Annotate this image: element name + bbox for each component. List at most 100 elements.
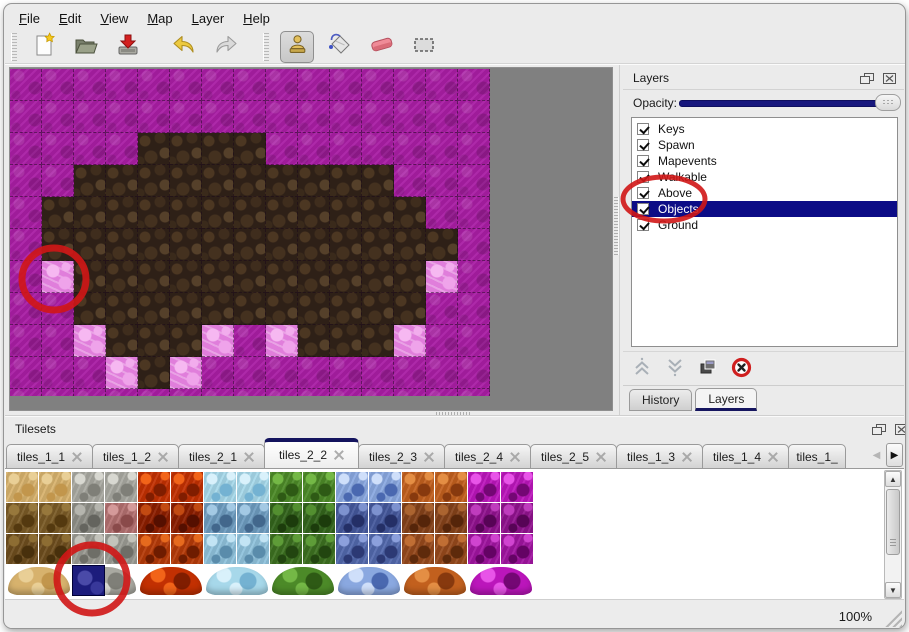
map-tile-magenta-ground[interactable] bbox=[298, 101, 330, 133]
map-tile-magenta-ground[interactable] bbox=[106, 133, 138, 165]
map-tile-dark-dirt[interactable] bbox=[266, 165, 298, 197]
map-tile-magenta-ground[interactable] bbox=[266, 101, 298, 133]
tab-close-icon[interactable] bbox=[334, 450, 344, 460]
map-tile-magenta-ground[interactable] bbox=[170, 389, 202, 396]
map-tile-dark-dirt[interactable] bbox=[170, 133, 202, 165]
tileset-tab-tiles_1_2[interactable]: tiles_1_2 bbox=[92, 444, 179, 469]
tileset-tile-pebble2[interactable] bbox=[435, 503, 468, 534]
map-tile-dark-dirt[interactable] bbox=[394, 261, 426, 293]
map-tile-dark-dirt[interactable] bbox=[138, 357, 170, 389]
map-tile-magenta-ground[interactable] bbox=[234, 101, 266, 133]
tileset-tile-bark[interactable] bbox=[39, 503, 72, 534]
layer-row-ground[interactable]: Ground bbox=[632, 217, 897, 233]
tileset-tile-rock[interactable] bbox=[105, 472, 138, 503]
map-tile-dark-dirt[interactable] bbox=[362, 325, 394, 357]
map-tile-dark-dirt[interactable] bbox=[170, 197, 202, 229]
float-panel-icon[interactable] bbox=[871, 423, 886, 436]
map-tile-pink-highlight[interactable] bbox=[266, 325, 298, 357]
map-tile-magenta-ground[interactable] bbox=[426, 165, 458, 197]
map-tile-dark-dirt[interactable] bbox=[298, 197, 330, 229]
tab-scroll-left-button[interactable]: ◀ bbox=[868, 443, 885, 467]
tileset-tile-rock[interactable] bbox=[72, 472, 105, 503]
map-tile-magenta-ground[interactable] bbox=[10, 133, 42, 165]
tileset-tile-rock2[interactable] bbox=[72, 503, 105, 534]
map-tile-pink-highlight[interactable] bbox=[42, 261, 74, 293]
map-tile-magenta-ground[interactable] bbox=[74, 389, 106, 396]
tileset-tile-pebble[interactable] bbox=[435, 472, 468, 503]
map-tile-dark-dirt[interactable] bbox=[298, 293, 330, 325]
map-tile-magenta-ground[interactable] bbox=[298, 389, 330, 396]
map-tile-magenta-ground[interactable] bbox=[330, 133, 362, 165]
tileset-mound-lava[interactable] bbox=[140, 567, 202, 595]
tab-close-icon[interactable] bbox=[158, 452, 168, 462]
tileset-tile-ice2[interactable] bbox=[204, 503, 237, 534]
tileset-tile-web2[interactable] bbox=[468, 503, 501, 534]
map-tile-magenta-ground[interactable] bbox=[330, 357, 362, 389]
map-tile-magenta-ground[interactable] bbox=[394, 133, 426, 165]
tileset-tile-vine[interactable] bbox=[270, 472, 303, 503]
float-panel-icon[interactable] bbox=[859, 72, 874, 85]
tileset-tile-crystal3[interactable] bbox=[336, 534, 369, 565]
map-tile-dark-dirt[interactable] bbox=[106, 165, 138, 197]
map-tile-dark-dirt[interactable] bbox=[170, 293, 202, 325]
tileset-tile-pebble3[interactable] bbox=[402, 534, 435, 565]
map-tile-dark-dirt[interactable] bbox=[202, 165, 234, 197]
tab-close-icon[interactable] bbox=[72, 452, 82, 462]
map-tile-dark-dirt[interactable] bbox=[298, 165, 330, 197]
toolbar-grip[interactable] bbox=[11, 33, 17, 61]
map-tile-dark-dirt[interactable] bbox=[138, 261, 170, 293]
map-tile-dark-dirt[interactable] bbox=[394, 293, 426, 325]
tab-scroll-right-button[interactable]: ▶ bbox=[886, 443, 903, 467]
panel-tab-layers[interactable]: Layers bbox=[695, 388, 757, 411]
map-tile-magenta-ground[interactable] bbox=[458, 69, 490, 101]
map-tile-dark-dirt[interactable] bbox=[234, 165, 266, 197]
tileset-tile-crystal[interactable] bbox=[336, 472, 369, 503]
tileset-tile-ice[interactable] bbox=[237, 472, 270, 503]
tileset-tab-tiles_2_4[interactable]: tiles_2_4 bbox=[444, 444, 531, 469]
map-tile-magenta-ground[interactable] bbox=[106, 69, 138, 101]
layer-visibility-checkbox[interactable] bbox=[637, 155, 649, 167]
tileset-tab-tiles_2_2[interactable]: tiles_2_2 bbox=[264, 438, 359, 469]
tab-close-icon[interactable] bbox=[768, 452, 778, 462]
map-tile-magenta-ground[interactable] bbox=[394, 101, 426, 133]
tab-close-icon[interactable] bbox=[244, 452, 254, 462]
map-tile-dark-dirt[interactable] bbox=[138, 293, 170, 325]
toolbar-grip[interactable] bbox=[263, 33, 269, 61]
redo-button[interactable] bbox=[210, 32, 242, 62]
map-tile-dark-dirt[interactable] bbox=[74, 165, 106, 197]
map-tile-magenta-ground[interactable] bbox=[42, 357, 74, 389]
map-tile-dark-dirt[interactable] bbox=[106, 261, 138, 293]
tileset-tile-lava3[interactable] bbox=[171, 534, 204, 565]
menu-edit[interactable]: Edit bbox=[51, 9, 92, 29]
tileset-tile-area[interactable]: ▲ ▼ bbox=[5, 468, 904, 599]
tileset-tile-sand[interactable] bbox=[39, 472, 72, 503]
tileset-tile-lava3[interactable] bbox=[138, 534, 171, 565]
selected-tileset-tile[interactable] bbox=[72, 565, 105, 596]
map-tile-magenta-ground[interactable] bbox=[266, 69, 298, 101]
map-tile-dark-dirt[interactable] bbox=[202, 197, 234, 229]
layer-visibility-checkbox[interactable] bbox=[637, 123, 649, 135]
tileset-tile-sand[interactable] bbox=[6, 472, 39, 503]
layer-row-keys[interactable]: Keys bbox=[632, 121, 897, 137]
layer-visibility-checkbox[interactable] bbox=[637, 187, 649, 199]
map-tile-dark-dirt[interactable] bbox=[234, 229, 266, 261]
layer-row-mapevents[interactable]: Mapevents bbox=[632, 153, 897, 169]
tab-close-icon[interactable] bbox=[596, 452, 606, 462]
map-tile-dark-dirt[interactable] bbox=[426, 229, 458, 261]
tileset-tile-web3[interactable] bbox=[468, 534, 501, 565]
tileset-tile-bark2[interactable] bbox=[6, 534, 39, 565]
scrollbar-thumb[interactable] bbox=[886, 489, 900, 555]
tileset-mound-sand[interactable] bbox=[8, 567, 70, 595]
fill-tool-button[interactable] bbox=[324, 32, 356, 62]
layer-visibility-checkbox[interactable] bbox=[637, 139, 649, 151]
stamp-tool-button[interactable] bbox=[280, 31, 314, 63]
map-tile-magenta-ground[interactable] bbox=[266, 133, 298, 165]
map-tile-magenta-ground[interactable] bbox=[138, 389, 170, 396]
window-resize-grip[interactable] bbox=[883, 608, 902, 627]
map-tile-dark-dirt[interactable] bbox=[138, 197, 170, 229]
map-tile-magenta-ground[interactable] bbox=[202, 69, 234, 101]
map-tile-magenta-ground[interactable] bbox=[234, 357, 266, 389]
map-tile-dark-dirt[interactable] bbox=[330, 165, 362, 197]
map-tile-magenta-ground[interactable] bbox=[426, 133, 458, 165]
map-tile-dark-dirt[interactable] bbox=[330, 229, 362, 261]
